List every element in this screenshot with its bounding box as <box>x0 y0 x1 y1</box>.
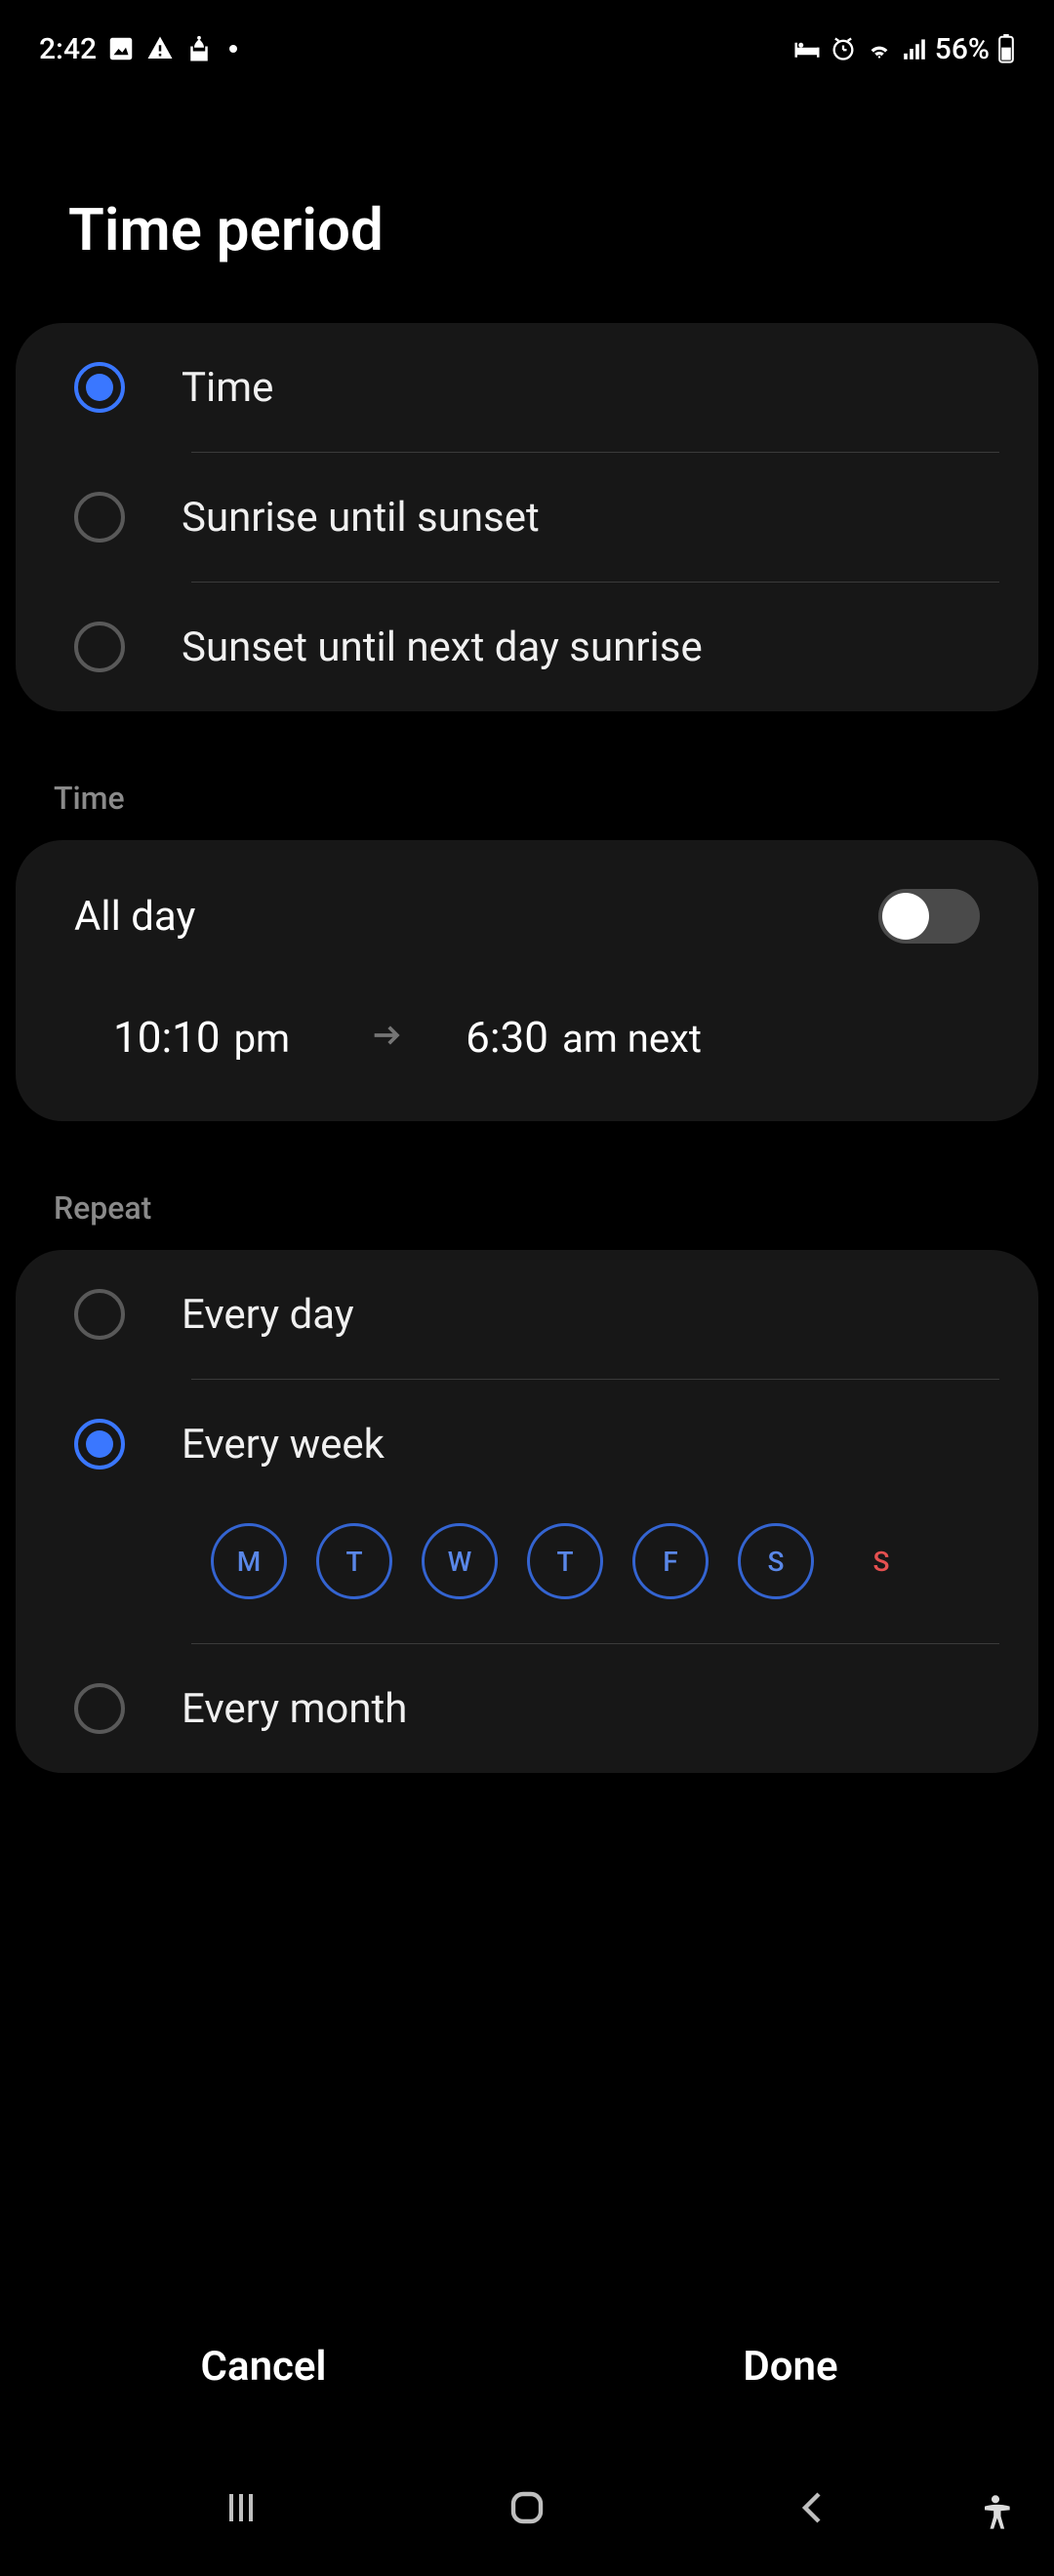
all-day-toggle[interactable] <box>878 889 980 944</box>
end-time-value: 6:30 <box>466 1012 548 1063</box>
mode-label: Sunrise until sunset <box>182 494 540 542</box>
radio-icon <box>74 1419 125 1469</box>
start-time-suffix: pm <box>234 1016 291 1062</box>
warning-icon <box>145 34 175 63</box>
nav-recents[interactable] <box>218 2484 264 2531</box>
days-row: M T W T F S S <box>16 1509 1038 1643</box>
battery-percent: 56% <box>935 32 990 66</box>
day-friday[interactable]: F <box>632 1523 709 1599</box>
bottom-buttons: Cancel Done <box>0 2343 1054 2391</box>
mode-label: Sunset until next day sunrise <box>182 624 703 671</box>
image-icon <box>106 34 136 63</box>
bed-icon <box>792 37 822 60</box>
signal-icon <box>902 37 927 60</box>
status-left: 2:42 <box>39 32 237 66</box>
battery-icon <box>997 34 1015 63</box>
repeat-section-label: Repeat <box>0 1160 1054 1250</box>
mode-option-sunrise-sunset[interactable]: Sunrise until sunset <box>16 453 1038 582</box>
mode-card: Time Sunrise until sunset Sunset until n… <box>16 323 1038 711</box>
repeat-card: Every day Every week M T W T F S S Every… <box>16 1250 1038 1773</box>
nav-home[interactable] <box>504 2484 550 2531</box>
toggle-thumb <box>882 893 929 940</box>
radio-icon <box>74 362 125 413</box>
end-time-suffix: am next <box>562 1016 702 1062</box>
day-sunday[interactable]: S <box>843 1523 919 1599</box>
day-monday[interactable]: M <box>211 1523 287 1599</box>
time-range: 10:10 pm 6:30 am next <box>16 963 1038 1121</box>
time-card: All day 10:10 pm 6:30 am next <box>16 840 1038 1121</box>
radio-icon <box>74 1289 125 1340</box>
mosque-icon <box>184 34 214 63</box>
status-bar: 2:42 56% <box>0 0 1054 88</box>
status-time: 2:42 <box>39 32 97 66</box>
alarm-icon <box>830 35 857 62</box>
day-saturday[interactable]: S <box>738 1523 814 1599</box>
more-dot-icon <box>229 45 237 53</box>
repeat-label: Every week <box>182 1421 385 1469</box>
accessibility-icon[interactable] <box>974 2492 1017 2539</box>
start-time-value: 10:10 <box>113 1012 221 1063</box>
done-button[interactable]: Done <box>527 2343 1054 2391</box>
day-wednesday[interactable]: W <box>422 1523 498 1599</box>
mode-option-sunset-sunrise[interactable]: Sunset until next day sunrise <box>16 583 1038 711</box>
end-time[interactable]: 6:30 am next <box>466 1012 702 1063</box>
mode-label: Time <box>182 364 273 412</box>
nav-back[interactable] <box>790 2484 836 2531</box>
wifi-icon <box>865 37 894 60</box>
arrow-right-icon <box>368 1016 407 1059</box>
radio-icon <box>74 1683 125 1734</box>
radio-icon <box>74 492 125 543</box>
repeat-option-every-month[interactable]: Every month <box>16 1644 1038 1773</box>
page-title: Time period <box>0 88 1054 323</box>
repeat-option-every-week[interactable]: Every week <box>16 1380 1038 1509</box>
mode-option-time[interactable]: Time <box>16 323 1038 452</box>
repeat-option-every-day[interactable]: Every day <box>16 1250 1038 1379</box>
cancel-button[interactable]: Cancel <box>0 2343 527 2391</box>
repeat-label: Every month <box>182 1685 407 1733</box>
day-thursday[interactable]: T <box>527 1523 603 1599</box>
start-time[interactable]: 10:10 pm <box>113 1012 290 1063</box>
nav-bar <box>0 2439 1054 2576</box>
radio-icon <box>74 622 125 672</box>
repeat-label: Every day <box>182 1291 354 1339</box>
status-right: 56% <box>792 32 1015 66</box>
time-section-label: Time <box>0 750 1054 840</box>
all-day-label: All day <box>74 893 195 941</box>
all-day-row: All day <box>16 840 1038 963</box>
day-tuesday[interactable]: T <box>316 1523 392 1599</box>
